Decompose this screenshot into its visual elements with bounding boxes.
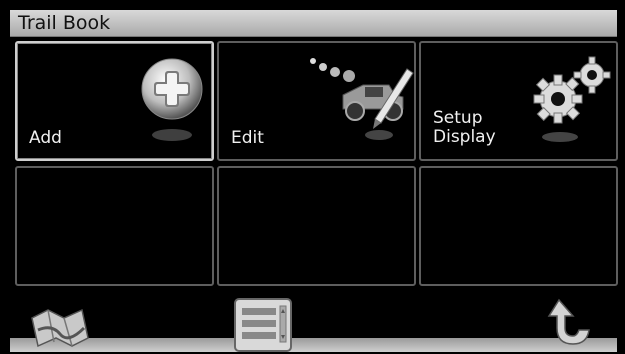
tile-label: Edit xyxy=(231,129,264,148)
bottom-bar xyxy=(10,292,617,352)
add-button[interactable]: Add xyxy=(15,41,214,161)
tile-label-line: Display xyxy=(433,127,496,147)
back-arrow-icon[interactable] xyxy=(545,298,595,350)
add-plus-icon xyxy=(141,58,203,141)
tile-label-line: Setup xyxy=(433,108,483,128)
edit-button[interactable]: Edit xyxy=(217,41,416,161)
tile-label-line: Edit xyxy=(231,128,264,148)
truck-pencil-icon xyxy=(310,58,414,140)
empty-tile[interactable] xyxy=(15,166,214,286)
title-bar: Trail Book xyxy=(10,10,617,37)
tile-label-line: Add xyxy=(29,128,62,148)
map-icon[interactable] xyxy=(30,304,90,350)
list-menu-icon[interactable] xyxy=(232,296,294,354)
empty-tile[interactable] xyxy=(419,166,618,286)
tile-label: Setup Display xyxy=(433,109,496,147)
window-title: Trail Book xyxy=(18,12,111,34)
gears-icon xyxy=(533,56,611,142)
tile-label: Add xyxy=(29,129,62,148)
empty-tile[interactable] xyxy=(217,166,416,286)
setup-display-button[interactable]: Setup Display xyxy=(419,41,618,161)
bottom-strip xyxy=(10,338,617,352)
